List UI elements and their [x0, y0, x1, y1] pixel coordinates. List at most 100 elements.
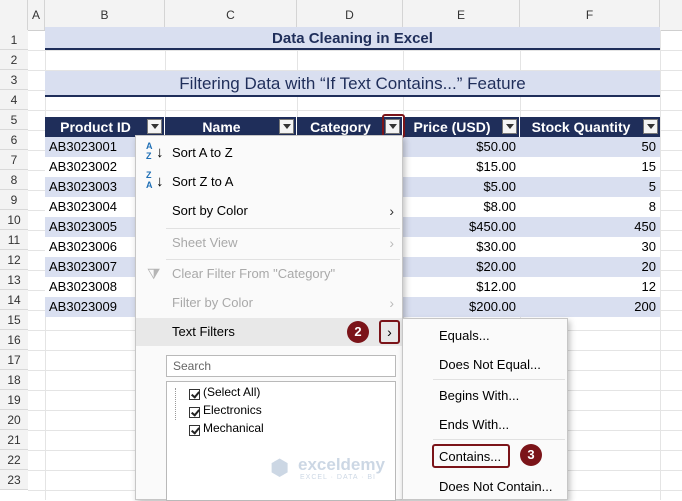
header-name: Name: [165, 117, 297, 137]
exceldemy-logo-icon: ⬢: [270, 455, 290, 480]
row-header[interactable]: 6: [0, 130, 28, 150]
row-header[interactable]: 9: [0, 190, 28, 210]
sort-by-color-label: Sort by Color: [172, 203, 248, 218]
electronics-checkbox[interactable]: [189, 407, 200, 418]
price-cell[interactable]: $450.00: [403, 217, 520, 237]
row-header[interactable]: 17: [0, 350, 28, 370]
text-filters-submenu: Equals... Does Not Equal... Begins With.…: [402, 318, 568, 500]
gridline: [28, 110, 682, 111]
clear-filter-item[interactable]: ⧩ Clear Filter From "Category": [136, 260, 402, 288]
sort-za-arrow: ↓: [156, 173, 164, 190]
row-header[interactable]: 23: [0, 470, 28, 490]
filter-by-color-item[interactable]: Filter by Color ›: [136, 289, 402, 317]
row-header[interactable]: 18: [0, 370, 28, 390]
column-header-a[interactable]: A: [28, 0, 45, 30]
row-header[interactable]: 11: [0, 230, 28, 250]
sheet-view-label: Sheet View: [172, 235, 238, 250]
watermark-name: exceldemy: [298, 455, 385, 474]
select-all-checkbox[interactable]: [189, 389, 200, 400]
sort-z-to-a-label: Sort Z to A: [172, 174, 234, 189]
menu-divider: [433, 379, 565, 380]
sort-az-icon: AZ: [146, 141, 153, 161]
price-cell[interactable]: $8.00: [403, 197, 520, 217]
row-header[interactable]: 8: [0, 170, 28, 190]
menu-divider: [433, 439, 565, 440]
stock-cell[interactable]: 200: [520, 297, 660, 317]
stock-cell[interactable]: 8: [520, 197, 660, 217]
row-header[interactable]: 21: [0, 430, 28, 450]
text-filters-label: Text Filters: [172, 324, 235, 339]
row-header[interactable]: 1: [0, 30, 28, 50]
price-cell[interactable]: $15.00: [403, 157, 520, 177]
select-all-corner[interactable]: [0, 0, 28, 30]
price-cell[interactable]: $20.00: [403, 257, 520, 277]
electronics-label: Electronics: [203, 403, 262, 417]
price-cell[interactable]: $200.00: [403, 297, 520, 317]
row-header[interactable]: 16: [0, 330, 28, 350]
stock-cell[interactable]: 5: [520, 177, 660, 197]
filter-dropdown-button[interactable]: [502, 119, 517, 134]
price-cell[interactable]: $5.00: [403, 177, 520, 197]
row-header[interactable]: 20: [0, 410, 28, 430]
header-label: Stock Quantity: [531, 119, 631, 135]
row-header[interactable]: 12: [0, 250, 28, 270]
tree-line: [175, 388, 185, 420]
stock-cell[interactable]: 30: [520, 237, 660, 257]
header-label: Name: [202, 119, 241, 135]
sort-by-color-item[interactable]: Sort by Color ›: [136, 197, 402, 225]
stock-cell[interactable]: 12: [520, 277, 660, 297]
column-header-f[interactable]: F: [520, 0, 660, 30]
filter-dropdown-button[interactable]: [279, 119, 294, 134]
chevron-right-icon: ›: [389, 203, 394, 219]
sort-za-icon: ZA: [146, 170, 153, 190]
stock-cell[interactable]: 20: [520, 257, 660, 277]
mechanical-label: Mechanical: [203, 421, 264, 435]
chevron-right-icon[interactable]: ›: [379, 320, 400, 344]
sheet-subtitle: Filtering Data with “If Text Contains...…: [45, 71, 660, 97]
row-header[interactable]: 5: [0, 110, 28, 130]
row-header[interactable]: 22: [0, 450, 28, 470]
sort-a-to-z-item[interactable]: AZ ↓ Sort A to Z: [136, 139, 402, 167]
row-header[interactable]: 2: [0, 50, 28, 70]
highlight-contains-item: [432, 444, 510, 468]
filter-menu: AZ ↓ Sort A to Z ZA ↓ Sort Z to A Sort b…: [135, 135, 403, 501]
column-header-d[interactable]: D: [297, 0, 403, 30]
ends-with-item[interactable]: Ends With...: [439, 417, 509, 432]
sort-z-to-a-item[interactable]: ZA ↓ Sort Z to A: [136, 168, 402, 196]
mechanical-checkbox[interactable]: [189, 425, 200, 436]
step-badge-3: 3: [520, 444, 542, 466]
stock-cell[interactable]: 50: [520, 137, 660, 157]
price-cell[interactable]: $30.00: [403, 237, 520, 257]
begins-with-item[interactable]: Begins With...: [439, 388, 519, 403]
price-cell[interactable]: $12.00: [403, 277, 520, 297]
row-header[interactable]: 7: [0, 150, 28, 170]
header-label: Category: [310, 119, 371, 135]
header-price: Price (USD): [403, 117, 520, 137]
row-header[interactable]: 19: [0, 390, 28, 410]
row-header[interactable]: 13: [0, 270, 28, 290]
column-header-c[interactable]: C: [165, 0, 297, 30]
column-header-b[interactable]: B: [45, 0, 165, 30]
chevron-right-icon: ›: [389, 295, 394, 311]
search-input[interactable]: Search: [166, 355, 396, 377]
row-header[interactable]: 4: [0, 90, 28, 110]
header-label: Product ID: [60, 119, 131, 135]
price-cell[interactable]: $50.00: [403, 137, 520, 157]
sheet-view-item[interactable]: Sheet View ›: [136, 229, 402, 257]
sheet-title: Data Cleaning in Excel: [45, 27, 660, 50]
row-header[interactable]: 3: [0, 70, 28, 90]
does-not-contain-item[interactable]: Does Not Contain...: [439, 479, 552, 494]
stock-cell[interactable]: 450: [520, 217, 660, 237]
column-header-e[interactable]: E: [403, 0, 520, 30]
equals-item[interactable]: Equals...: [439, 328, 490, 343]
row-header[interactable]: 14: [0, 290, 28, 310]
row-header[interactable]: 15: [0, 310, 28, 330]
filter-dropdown-button[interactable]: [643, 119, 658, 134]
filter-dropdown-button[interactable]: [147, 119, 162, 134]
watermark-tag: EXCEL · DATA · BI: [300, 474, 376, 481]
stock-cell[interactable]: 15: [520, 157, 660, 177]
row-header[interactable]: 10: [0, 210, 28, 230]
search-placeholder: Search: [173, 359, 212, 373]
does-not-equal-item[interactable]: Does Not Equal...: [439, 357, 541, 372]
header-product-id: Product ID: [45, 117, 165, 137]
